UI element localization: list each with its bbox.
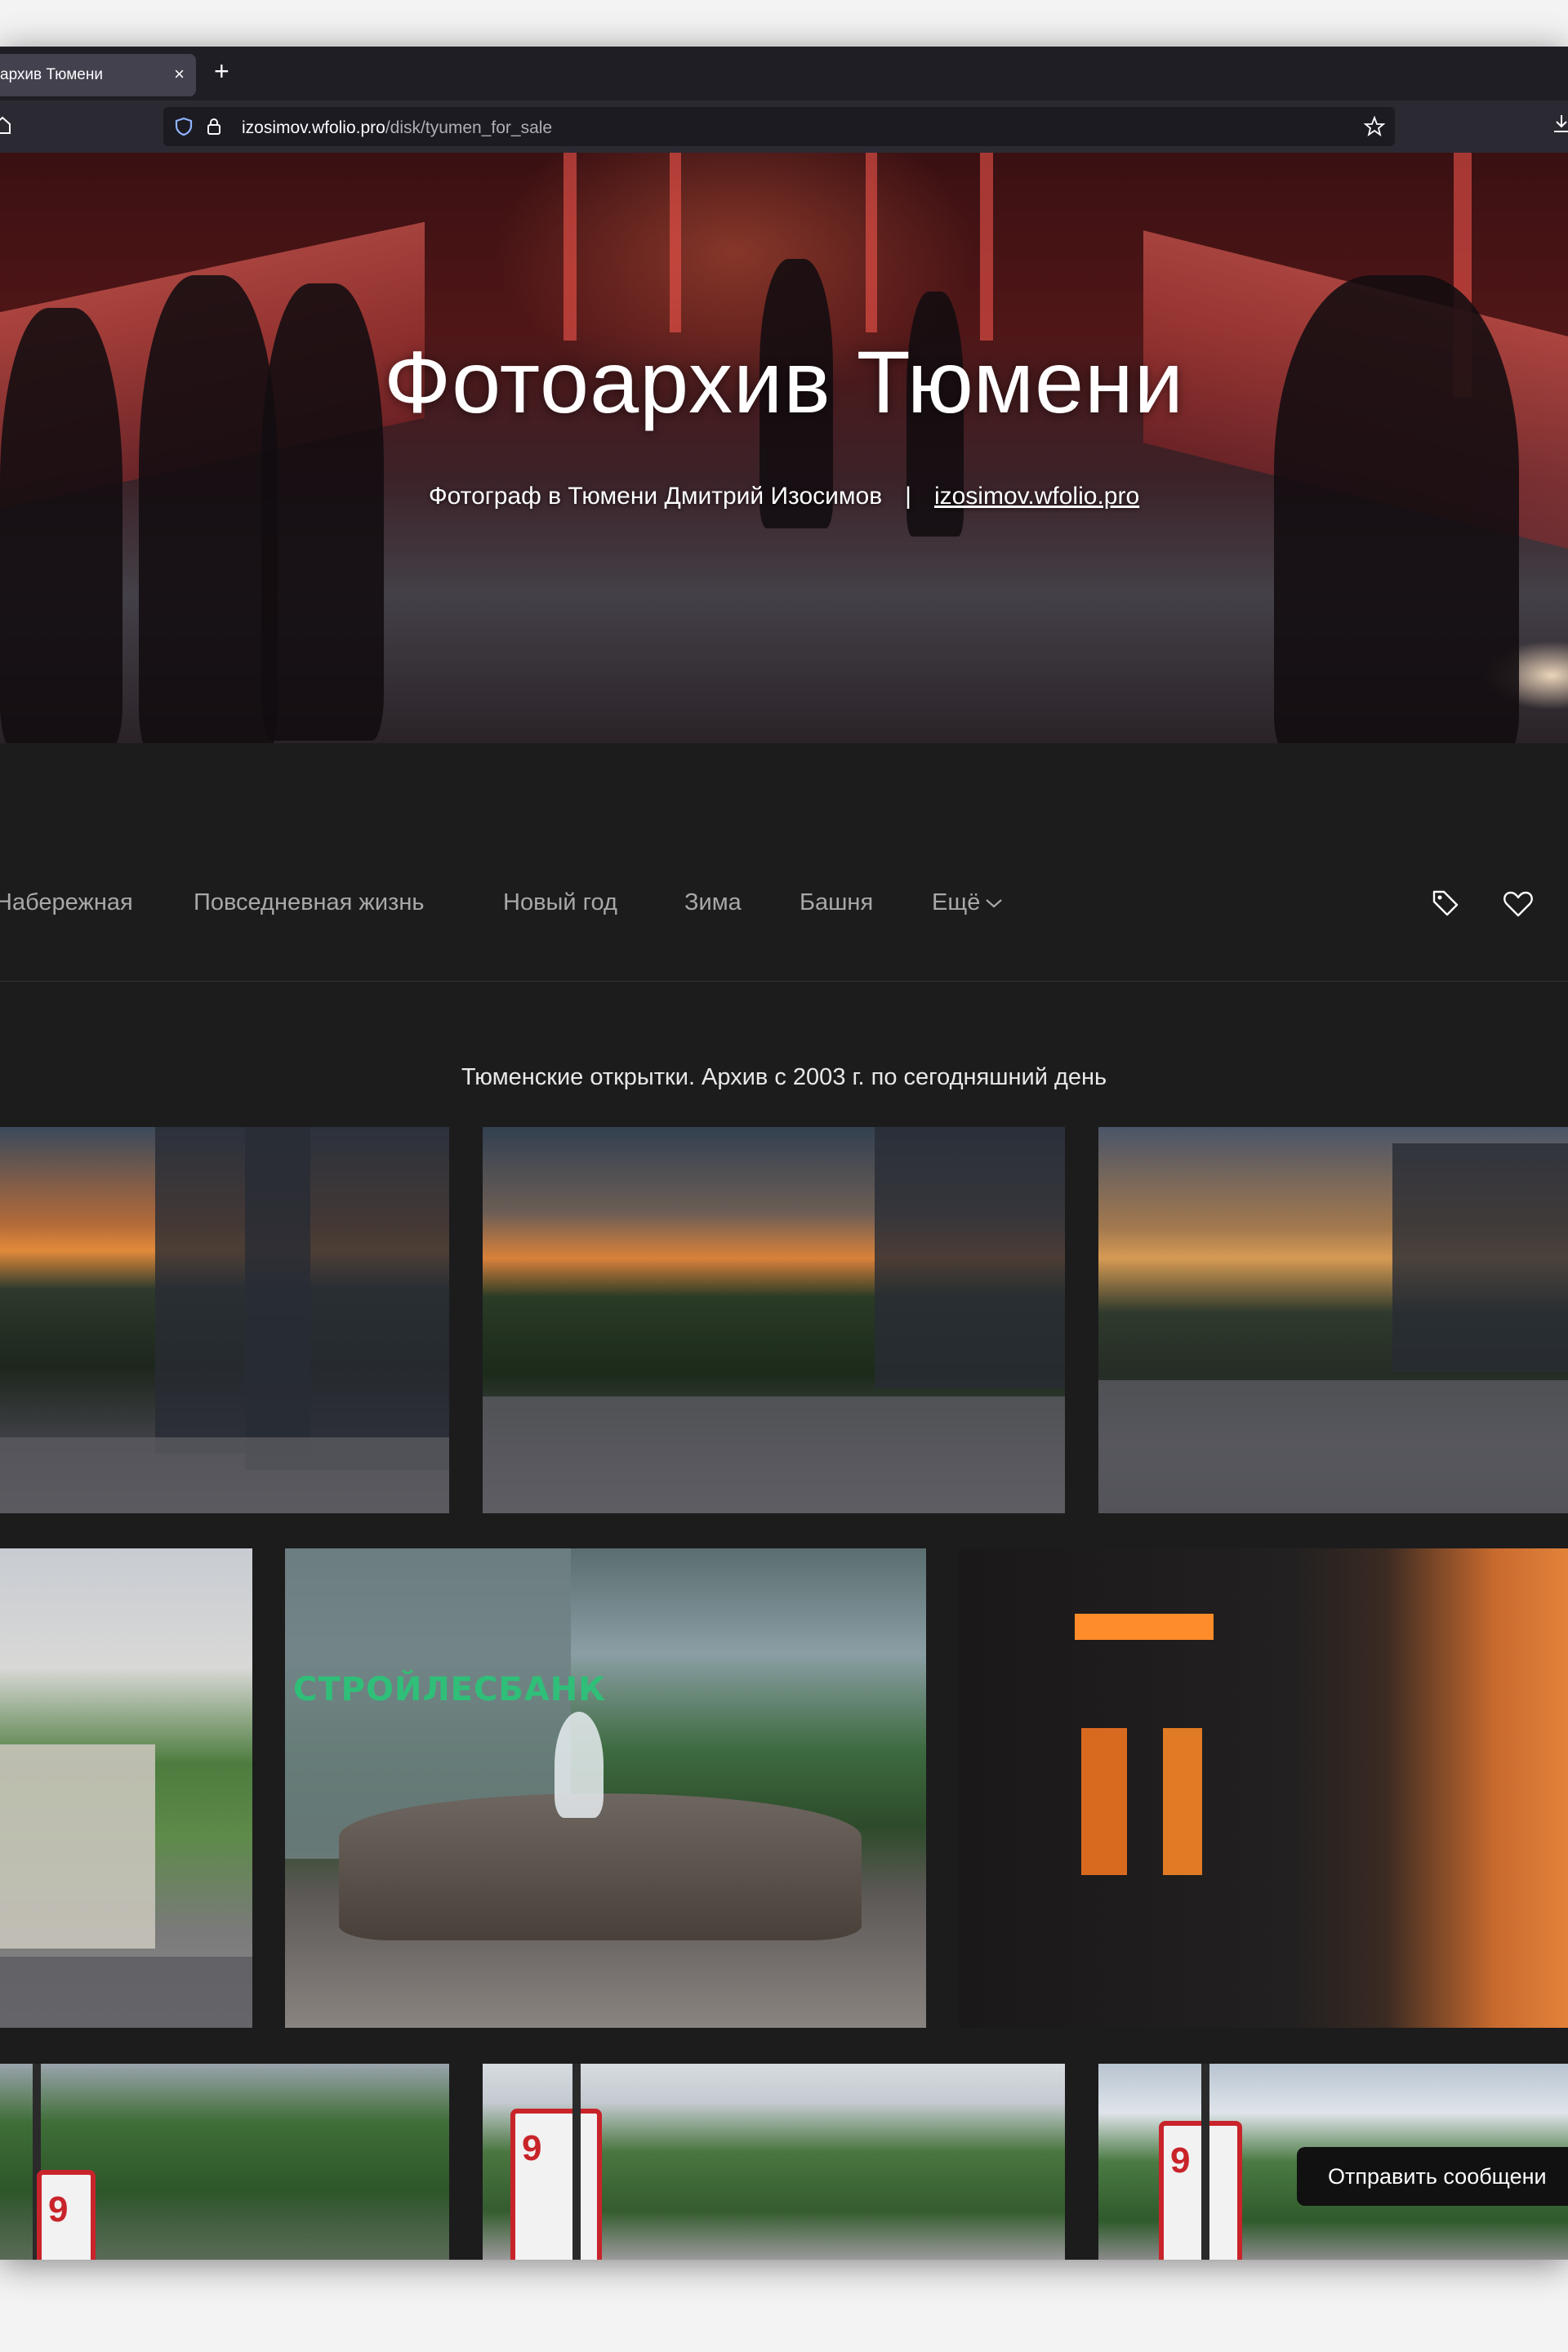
bridge-beam [980, 153, 993, 341]
photo-window [1163, 1728, 1202, 1875]
photo-building [875, 1127, 1065, 1388]
bridge-beam [670, 153, 681, 332]
hero-subtitle: Фотограф в Тюмени Дмитрий Изосимов | izosi… [0, 483, 1568, 510]
shield-icon[interactable] [175, 117, 193, 136]
photo-pole [572, 2064, 581, 2260]
site-link[interactable]: izosimov.wfolio.pro [934, 483, 1139, 510]
nav-more-menu[interactable]: Ещё [932, 889, 1003, 916]
photo-building [0, 1744, 155, 1949]
url-path: /disk/tyumen_for_sale [385, 118, 553, 137]
heart-icon[interactable] [1503, 890, 1534, 918]
browser-window: архив Тюмени × + izosimov.wfolio.pro/dis… [0, 47, 1568, 2260]
bank-sign: СТРОЙЛЕСБАНК [293, 1671, 606, 1708]
photo-building [1392, 1143, 1568, 1372]
nav-item-winter[interactable]: Зима [684, 889, 742, 916]
bookmark-star-icon[interactable] [1364, 116, 1385, 137]
home-icon[interactable] [0, 115, 11, 135]
tab-strip: архив Тюмени × + [0, 47, 1568, 100]
photo-window [1075, 1614, 1214, 1640]
gallery-photo[interactable]: СТРОЙЛЕСБАНК [285, 1548, 926, 2028]
victory-banner: 9 [1159, 2121, 1242, 2260]
category-nav: Набережная Повседневная жизнь Новый год … [0, 743, 1568, 982]
fountain [339, 1793, 862, 1940]
nav-item-daily-life[interactable]: Повседневная жизнь [194, 889, 424, 916]
gallery-photo[interactable]: 9 [0, 2064, 449, 2260]
new-tab-icon[interactable]: + [214, 58, 229, 84]
bridge-beam [866, 153, 877, 332]
photo-pole [1201, 2064, 1209, 2260]
gallery-photo[interactable] [1098, 1127, 1568, 1513]
subtitle-separator: | [905, 483, 911, 510]
gallery-photo[interactable] [0, 1548, 252, 2028]
browser-tab[interactable]: архив Тюмени × [0, 54, 196, 96]
gallery-photo[interactable] [0, 1127, 449, 1513]
lock-icon[interactable] [206, 117, 222, 136]
photo-road [0, 1437, 449, 1513]
fountain-water [555, 1712, 604, 1818]
nav-item-naberezhnaya[interactable]: Набережная [0, 889, 133, 916]
photo-road [0, 1957, 252, 2028]
victory-banner: 9 [37, 2170, 96, 2260]
url-host: izosimov.wfolio.pro [242, 118, 385, 137]
banner-number: 9 [522, 2128, 542, 2168]
banner-number: 9 [48, 2189, 69, 2230]
hero-title: Фотоархив Тюмени [383, 332, 1185, 431]
download-icon[interactable] [1552, 114, 1568, 135]
nav-more-label: Ещё [932, 889, 981, 915]
gallery-photo[interactable] [483, 1127, 1065, 1513]
nav-item-tower[interactable]: Башня [800, 889, 873, 916]
tab-close-icon[interactable]: × [174, 64, 185, 85]
photo-road [483, 1396, 1065, 1513]
banner-number: 9 [1170, 2140, 1191, 2180]
victory-banner: 9 [510, 2109, 602, 2260]
address-bar[interactable]: izosimov.wfolio.pro/disk/tyumen_for_sale [163, 107, 1395, 146]
tag-icon[interactable] [1431, 889, 1460, 918]
bridge-beam [564, 153, 577, 341]
photo-window [1081, 1728, 1127, 1875]
gallery-description: Тюменские открытки. Архив с 2003 г. по с… [461, 1064, 1107, 1090]
photo-road [1098, 1380, 1568, 1513]
gallery-photo[interactable] [959, 1548, 1568, 2028]
nav-divider [0, 981, 1568, 982]
chevron-down-icon [986, 899, 1003, 908]
url-text: izosimov.wfolio.pro/disk/tyumen_for_sale [242, 118, 552, 138]
hero-banner: Фотоархив Тюмени Фотограф в Тюмени Дмитр… [0, 153, 1568, 743]
gallery-photo[interactable]: 9 [483, 2064, 1065, 2260]
nav-item-new-year[interactable]: Новый год [503, 889, 617, 916]
photographer-name: Фотограф в Тюмени Дмитрий Изосимов [428, 483, 883, 510]
photo-building [245, 1127, 449, 1470]
tab-title: архив Тюмени [0, 66, 103, 83]
browser-toolbar: izosimov.wfolio.pro/disk/tyumen_for_sale [0, 100, 1568, 153]
send-message-button[interactable]: Отправить сообщени [1297, 2147, 1568, 2206]
